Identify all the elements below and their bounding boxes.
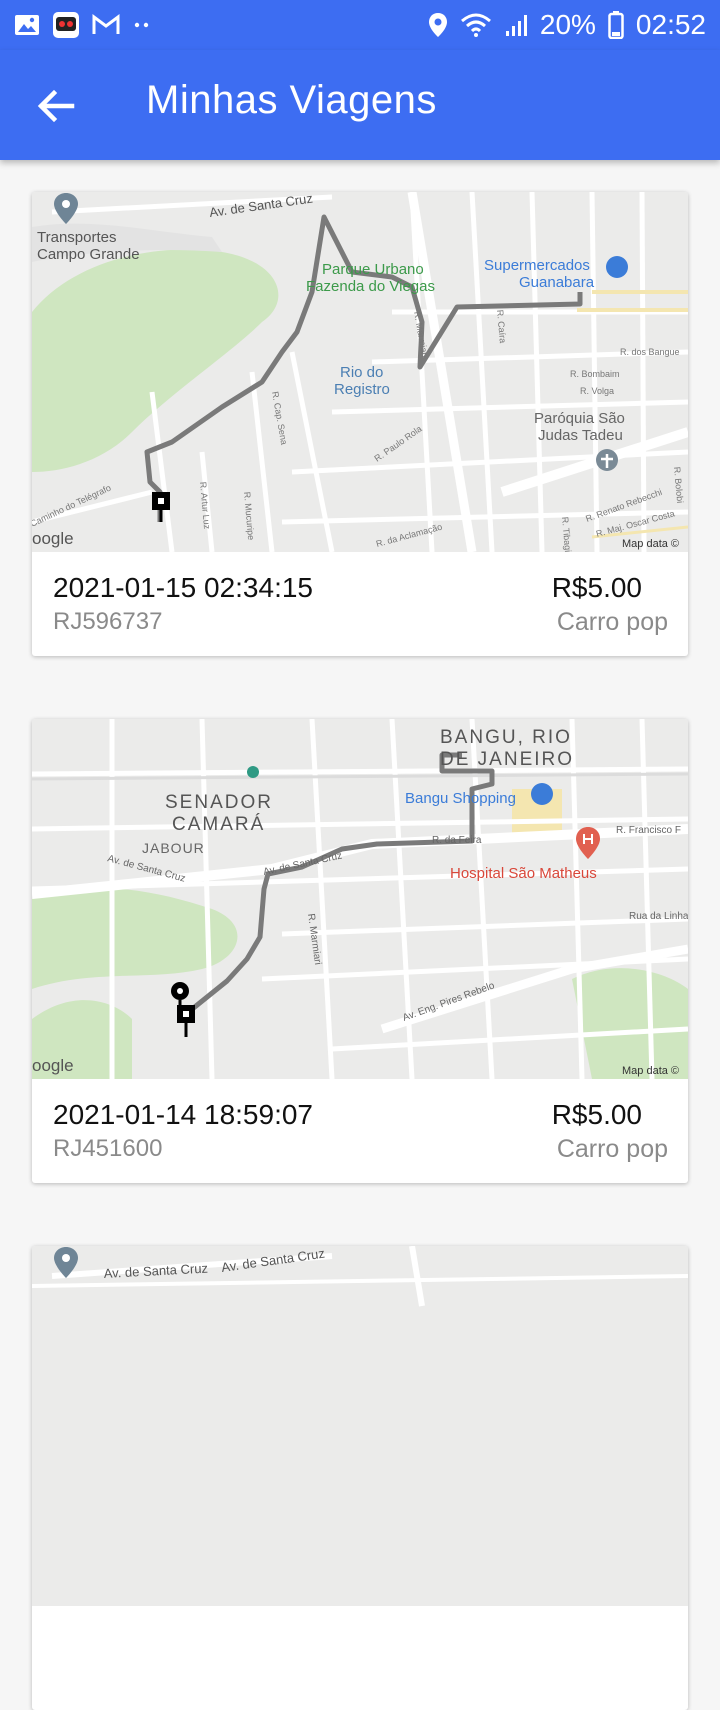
status-bar: 20% 02:52 xyxy=(0,0,720,50)
map-label: Fazenda do Viegas xyxy=(306,278,435,295)
trip-map: Av. de Santa Cruz Av. de Santa Cruz xyxy=(32,1246,688,1606)
map-label: Campo Grande xyxy=(37,246,140,263)
map-label: JABOUR xyxy=(142,840,205,856)
wifi-icon xyxy=(460,13,491,37)
trip-card[interactable]: Transportes Campo Grande Av. de Santa Cr… xyxy=(32,192,688,656)
gmail-icon xyxy=(92,14,120,34)
status-bar-right: 20% 02:52 xyxy=(428,9,706,41)
map-label: R. Volga xyxy=(580,386,614,396)
trip-category: Carro pop xyxy=(556,608,668,636)
map-label: CAMARÁ xyxy=(172,814,265,835)
trip-price: R$5.00 xyxy=(551,1099,642,1130)
arrow-left-icon xyxy=(37,89,75,123)
app-bar: Minhas Viagens xyxy=(0,50,720,160)
map-label: Registro xyxy=(334,381,390,398)
trip-info: 2021-01-15 02:34:15 RJ596737 R$5.00 Carr… xyxy=(32,552,688,656)
map-label: SENADOR xyxy=(165,792,273,813)
map-label: Rua da Linha xyxy=(629,911,688,922)
trip-info: 2021-01-14 18:59:07 RJ451600 R$5.00 Carr… xyxy=(32,1079,688,1183)
more-icon xyxy=(134,22,149,28)
map-attribution: Map data © xyxy=(622,538,679,550)
map-label: R. Francisco F xyxy=(616,825,681,836)
map-attribution: Map data © xyxy=(622,1065,679,1077)
map-label: BANGU, RIO xyxy=(440,727,572,748)
back-button[interactable] xyxy=(26,76,86,136)
trip-map: Transportes Campo Grande Av. de Santa Cr… xyxy=(32,192,688,552)
signal-icon xyxy=(505,15,527,36)
trip-code: RJ596737 xyxy=(53,608,163,635)
map-label: R. Bombaim xyxy=(570,369,620,379)
battery-percent: 20% xyxy=(539,9,596,40)
google-logo: oogle xyxy=(32,1056,74,1075)
map-label: Judas Tadeu xyxy=(538,427,623,444)
clock: 02:52 xyxy=(635,9,706,40)
trip-code: RJ451600 xyxy=(53,1135,163,1162)
map-label: Supermercados xyxy=(484,257,590,274)
map-label: Parque Urbano xyxy=(322,261,424,278)
map-label: R. da Feira xyxy=(432,835,482,846)
map-label: Bangu Shopping xyxy=(405,790,516,807)
google-logo: oogle xyxy=(32,529,74,548)
map-label: R. dos Bangue xyxy=(620,347,680,357)
map-label: Rio do xyxy=(340,364,383,381)
location-icon xyxy=(428,13,447,37)
map-label: Paróquia São xyxy=(534,410,625,427)
map-label: Transportes xyxy=(37,229,116,246)
trip-card[interactable]: BANGU, RIO DE JANEIRO SENADOR CAMARÁ JAB… xyxy=(32,719,688,1183)
page-title: Minhas Viagens xyxy=(146,78,437,122)
trip-datetime: 2021-01-14 18:59:07 xyxy=(53,1099,313,1130)
map-label: Guanabara xyxy=(519,274,595,291)
trip-price: R$5.00 xyxy=(551,572,642,603)
trip-datetime: 2021-01-15 02:34:15 xyxy=(53,572,313,603)
trip-category: Carro pop xyxy=(556,1135,668,1163)
status-bar-left xyxy=(14,11,152,39)
map-label: Hospital São Matheus xyxy=(450,865,597,882)
gallery-icon xyxy=(15,15,39,35)
battery-icon xyxy=(608,11,624,39)
app-icon xyxy=(53,12,79,38)
trip-card[interactable]: Av. de Santa Cruz Av. de Santa Cruz xyxy=(32,1246,688,1710)
map-label: DE JANEIRO xyxy=(440,749,574,770)
trip-map: BANGU, RIO DE JANEIRO SENADOR CAMARÁ JAB… xyxy=(32,719,688,1079)
